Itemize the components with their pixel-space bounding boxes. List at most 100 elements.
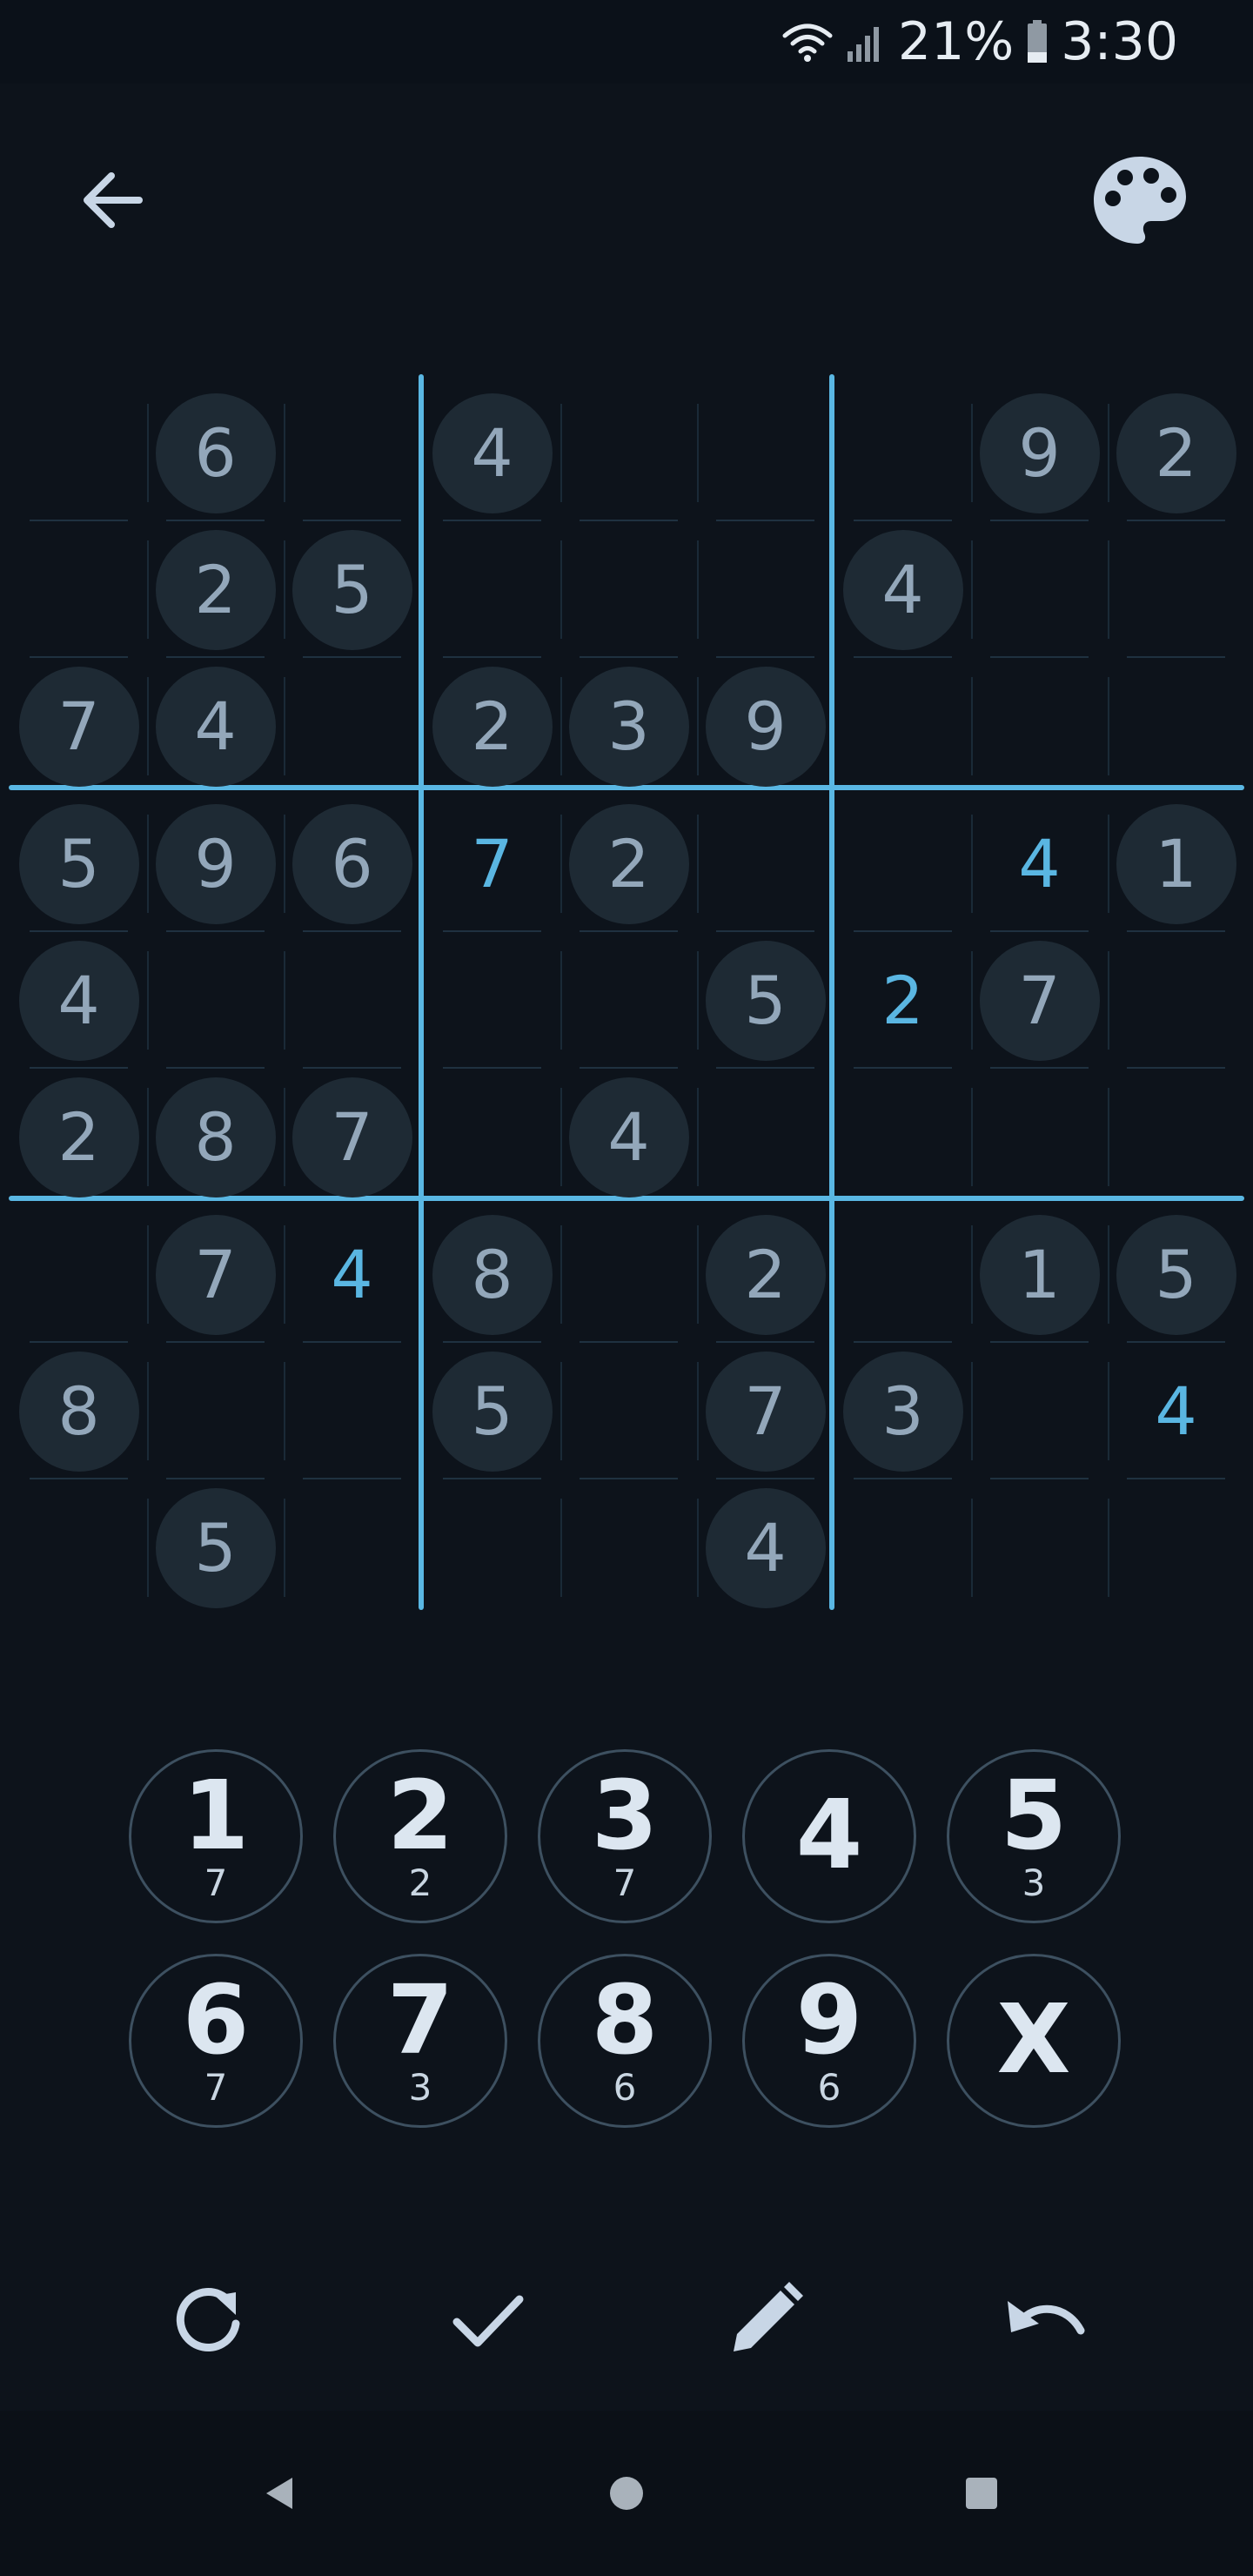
sudoku-cell[interactable] [971, 1069, 1108, 1205]
digit-key-3[interactable]: 37 [538, 1749, 712, 1923]
sudoku-cell[interactable]: 2 [834, 932, 971, 1069]
sudoku-cell[interactable] [284, 932, 420, 1069]
check-button[interactable] [439, 2271, 535, 2367]
restart-button[interactable] [161, 2271, 257, 2367]
sudoku-cell[interactable]: 4 [424, 385, 560, 521]
sudoku-cell[interactable]: 5 [1108, 1206, 1244, 1343]
sudoku-cell[interactable] [424, 1479, 560, 1616]
sudoku-cell[interactable]: 7 [284, 1069, 420, 1205]
sudoku-cell[interactable] [10, 1479, 147, 1616]
sudoku-cell[interactable] [424, 521, 560, 658]
sudoku-cell[interactable]: 5 [147, 1479, 284, 1616]
sudoku-cell[interactable] [697, 1069, 834, 1205]
sudoku-cell[interactable] [284, 1479, 420, 1616]
sudoku-cell[interactable] [834, 1479, 971, 1616]
sudoku-cell[interactable]: 5 [424, 1343, 560, 1479]
digit-key-7[interactable]: 73 [333, 1954, 507, 2128]
sudoku-cell[interactable] [560, 521, 697, 658]
sudoku-cell[interactable] [697, 795, 834, 932]
digit-key-1[interactable]: 17 [129, 1749, 303, 1923]
sudoku-cell[interactable]: 2 [10, 1069, 147, 1205]
sudoku-cell[interactable]: 4 [697, 1479, 834, 1616]
sudoku-cell[interactable]: 2 [560, 795, 697, 932]
sudoku-cell[interactable] [1108, 521, 1244, 658]
sudoku-cell[interactable]: 9 [971, 385, 1108, 521]
sudoku-cell[interactable] [560, 1206, 697, 1343]
sudoku-cell[interactable] [834, 385, 971, 521]
sudoku-cell[interactable] [834, 1069, 971, 1205]
sudoku-cell[interactable]: 2 [147, 521, 284, 658]
sudoku-cell[interactable]: 4 [560, 1069, 697, 1205]
sudoku-cell[interactable] [697, 385, 834, 521]
sudoku-cell[interactable]: 7 [424, 795, 560, 932]
sudoku-cell[interactable]: 2 [424, 658, 560, 795]
sudoku-cell[interactable] [10, 1206, 147, 1343]
sudoku-cell[interactable] [697, 521, 834, 658]
sudoku-cell[interactable] [284, 658, 420, 795]
digit-key-4[interactable]: 4 [742, 1749, 916, 1923]
sudoku-cell[interactable]: 3 [560, 658, 697, 795]
sudoku-cell[interactable] [284, 385, 420, 521]
sudoku-cell[interactable]: 1 [1108, 795, 1244, 932]
sudoku-cell[interactable] [560, 385, 697, 521]
sudoku-cell[interactable]: 4 [1108, 1343, 1244, 1479]
sudoku-cell[interactable] [1108, 658, 1244, 795]
digit-key-5[interactable]: 53 [947, 1749, 1121, 1923]
nav-home-button[interactable] [596, 2463, 657, 2524]
sudoku-cell[interactable]: 4 [284, 1206, 420, 1343]
sudoku-cell[interactable] [834, 1206, 971, 1343]
sudoku-cell[interactable] [147, 932, 284, 1069]
sudoku-cell[interactable]: 1 [971, 1206, 1108, 1343]
nav-back-button[interactable] [248, 2463, 309, 2524]
sudoku-cell[interactable]: 6 [147, 385, 284, 521]
sudoku-cell[interactable]: 4 [971, 795, 1108, 932]
sudoku-cell[interactable] [1108, 1069, 1244, 1205]
undo-button[interactable] [996, 2271, 1092, 2367]
digit-key-2[interactable]: 22 [333, 1749, 507, 1923]
sudoku-cell[interactable]: 7 [10, 658, 147, 795]
sudoku-cell[interactable]: 3 [834, 1343, 971, 1479]
sudoku-cell[interactable] [971, 1343, 1108, 1479]
sudoku-cell[interactable] [10, 385, 147, 521]
erase-key[interactable]: X [947, 1954, 1121, 2128]
theme-palette-button[interactable] [1088, 148, 1192, 252]
sudoku-cell[interactable]: 8 [147, 1069, 284, 1205]
sudoku-cell[interactable] [147, 1343, 284, 1479]
nav-recents-button[interactable] [951, 2463, 1012, 2524]
sudoku-cell[interactable] [971, 658, 1108, 795]
sudoku-cell[interactable]: 2 [1108, 385, 1244, 521]
sudoku-cell[interactable] [424, 932, 560, 1069]
pencil-notes-button[interactable] [718, 2271, 814, 2367]
sudoku-cell[interactable]: 8 [424, 1206, 560, 1343]
sudoku-cell[interactable]: 9 [697, 658, 834, 795]
sudoku-cell[interactable] [560, 1479, 697, 1616]
sudoku-cell[interactable]: 4 [834, 521, 971, 658]
sudoku-cell[interactable]: 9 [147, 795, 284, 932]
sudoku-cell[interactable]: 7 [971, 932, 1108, 1069]
sudoku-cell[interactable] [1108, 1479, 1244, 1616]
sudoku-cell[interactable] [560, 932, 697, 1069]
sudoku-cell[interactable]: 5 [10, 795, 147, 932]
sudoku-cell[interactable] [1108, 932, 1244, 1069]
sudoku-cell[interactable] [834, 795, 971, 932]
sudoku-cell[interactable] [424, 1069, 560, 1205]
back-button[interactable] [70, 157, 157, 244]
sudoku-cell[interactable] [834, 658, 971, 795]
sudoku-cell[interactable]: 4 [10, 932, 147, 1069]
sudoku-cell[interactable]: 5 [284, 521, 420, 658]
sudoku-cell[interactable]: 6 [284, 795, 420, 932]
sudoku-cell[interactable] [971, 1479, 1108, 1616]
sudoku-cell[interactable]: 7 [147, 1206, 284, 1343]
sudoku-cell[interactable] [284, 1343, 420, 1479]
sudoku-cell[interactable]: 2 [697, 1206, 834, 1343]
digit-key-9[interactable]: 96 [742, 1954, 916, 2128]
sudoku-cell[interactable] [560, 1343, 697, 1479]
sudoku-cell[interactable]: 4 [147, 658, 284, 795]
sudoku-cell[interactable]: 8 [10, 1343, 147, 1479]
digit-key-8[interactable]: 86 [538, 1954, 712, 2128]
sudoku-cell[interactable]: 7 [697, 1343, 834, 1479]
sudoku-cell[interactable] [971, 521, 1108, 658]
sudoku-cell[interactable] [10, 521, 147, 658]
digit-key-6[interactable]: 67 [129, 1954, 303, 2128]
sudoku-cell[interactable]: 5 [697, 932, 834, 1069]
